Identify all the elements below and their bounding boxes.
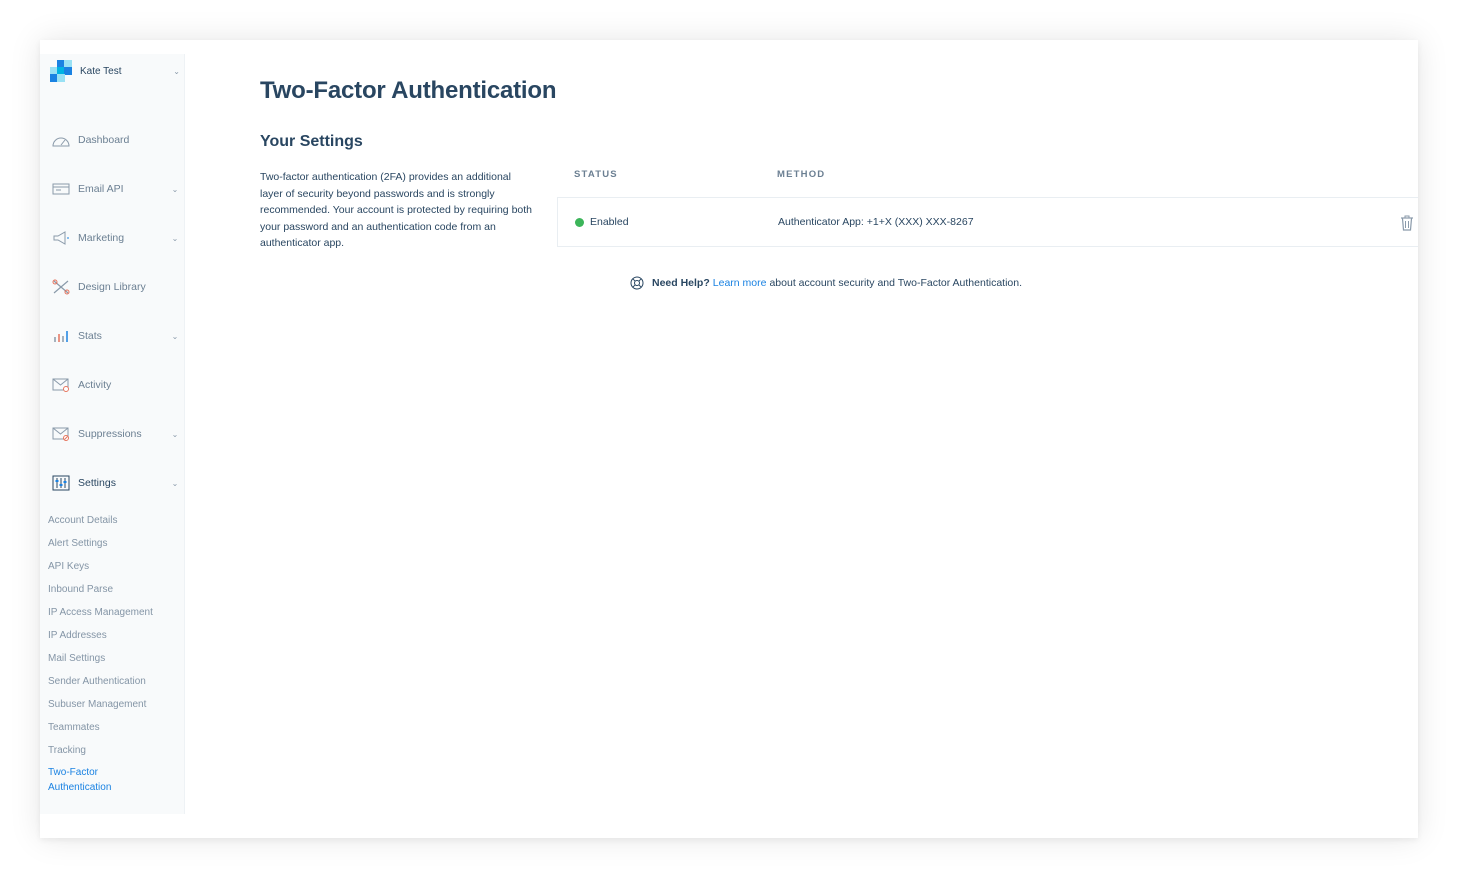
settings-subitem-two-factor-authentication[interactable]: Two-Factor Authentication bbox=[48, 765, 138, 795]
page-title: Two-Factor Authentication bbox=[260, 77, 557, 104]
chevron-down-icon: ⌄ bbox=[173, 66, 180, 76]
sidebar-item-suppressions[interactable]: Suppressions ⌄ bbox=[52, 423, 180, 445]
settings-subitem-teammates[interactable]: Teammates bbox=[48, 720, 178, 735]
stats-icon bbox=[52, 329, 70, 343]
status-cell: Enabled bbox=[575, 216, 629, 228]
settings-icon bbox=[52, 475, 70, 491]
settings-subitem-sender-authentication[interactable]: Sender Authentication bbox=[48, 674, 178, 689]
column-header-status: STATUS bbox=[574, 169, 618, 180]
main-content: Two-Factor Authentication Your Settings … bbox=[260, 40, 1418, 838]
account-name: Kate Test bbox=[80, 65, 122, 77]
settings-subitem-ip-addresses[interactable]: IP Addresses bbox=[48, 628, 178, 643]
sidebar: Kate Test ⌄ Dashboard Email API ⌄ Market… bbox=[40, 54, 185, 814]
chevron-down-icon: ⌄ bbox=[171, 429, 179, 439]
design-library-icon bbox=[52, 279, 70, 295]
status-label: Enabled bbox=[590, 216, 629, 228]
megaphone-icon bbox=[52, 231, 70, 245]
table-row: Enabled Authenticator App: +1+X (XXX) XX… bbox=[557, 197, 1418, 247]
trash-icon[interactable] bbox=[1400, 215, 1414, 231]
suppressions-icon bbox=[52, 427, 70, 441]
status-dot-icon bbox=[575, 217, 584, 227]
sidebar-item-settings[interactable]: Settings ⌄ bbox=[52, 472, 180, 494]
sidebar-item-marketing[interactable]: Marketing ⌄ bbox=[52, 227, 180, 249]
settings-subitem-tracking[interactable]: Tracking bbox=[48, 743, 178, 758]
sidebar-item-label: Settings bbox=[78, 477, 116, 489]
section-title: Your Settings bbox=[260, 133, 363, 150]
dashboard-icon bbox=[52, 133, 70, 147]
sidebar-item-label: Dashboard bbox=[78, 134, 130, 146]
sidebar-item-stats[interactable]: Stats ⌄ bbox=[52, 325, 180, 347]
sendgrid-logo-icon bbox=[50, 60, 72, 82]
settings-subitem-account-details[interactable]: Account Details bbox=[48, 513, 178, 528]
settings-subitem-subuser-management[interactable]: Subuser Management bbox=[48, 697, 178, 712]
app-window: Kate Test ⌄ Dashboard Email API ⌄ Market… bbox=[40, 40, 1418, 838]
sidebar-item-dashboard[interactable]: Dashboard bbox=[52, 129, 180, 151]
learn-more-link[interactable]: Learn more bbox=[713, 277, 767, 289]
sidebar-item-label: Stats bbox=[78, 330, 102, 342]
method-cell: Authenticator App: +1+X (XXX) XXX-8267 bbox=[778, 216, 974, 228]
sidebar-item-design-library[interactable]: Design Library bbox=[52, 276, 180, 298]
chevron-down-icon: ⌄ bbox=[171, 184, 179, 194]
settings-subitem-ip-access-management[interactable]: IP Access Management bbox=[48, 605, 178, 620]
chevron-down-icon: ⌄ bbox=[171, 233, 179, 243]
settings-subitem-alert-settings[interactable]: Alert Settings bbox=[48, 536, 178, 551]
sidebar-item-label: Marketing bbox=[78, 232, 125, 244]
settings-subitem-api-keys[interactable]: API Keys bbox=[48, 559, 178, 574]
help-text: Need Help? Learn more about account secu… bbox=[630, 276, 1022, 290]
sidebar-item-label: Email API bbox=[78, 183, 124, 195]
activity-icon bbox=[52, 378, 70, 392]
settings-subitem-inbound-parse[interactable]: Inbound Parse bbox=[48, 582, 178, 597]
account-switcher[interactable]: Kate Test ⌄ bbox=[50, 58, 180, 84]
settings-subitem-mail-settings[interactable]: Mail Settings bbox=[48, 651, 178, 666]
sidebar-item-label: Suppressions bbox=[78, 428, 142, 440]
help-suffix: about account security and Two-Factor Au… bbox=[769, 277, 1023, 289]
chevron-down-icon: ⌄ bbox=[171, 331, 179, 341]
help-prefix: Need Help? bbox=[652, 277, 710, 289]
column-header-method: METHOD bbox=[777, 169, 826, 180]
email-api-icon bbox=[52, 182, 70, 196]
sidebar-item-label: Design Library bbox=[78, 281, 146, 293]
sidebar-item-email-api[interactable]: Email API ⌄ bbox=[52, 178, 180, 200]
chevron-down-icon: ⌄ bbox=[171, 478, 179, 488]
sidebar-item-label: Activity bbox=[78, 379, 112, 391]
sidebar-item-activity[interactable]: Activity bbox=[52, 374, 180, 396]
description-text: Two-factor authentication (2FA) provides… bbox=[260, 171, 533, 249]
lifebuoy-icon bbox=[630, 276, 644, 290]
